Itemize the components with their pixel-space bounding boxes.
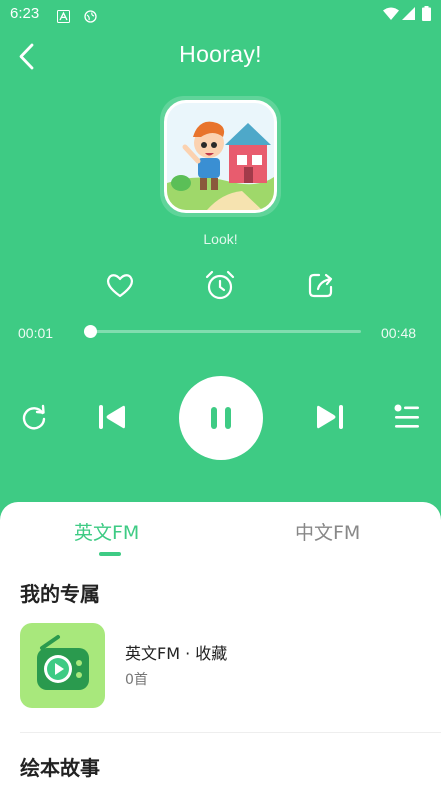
font-app-icon <box>57 8 70 23</box>
bottom-sheet: 英文FM 中文FM 我的专属 英文FM · 收藏 0首 绘本故事 <box>0 502 441 785</box>
section-title-my-exclusive: 我的专属 <box>20 582 100 606</box>
status-time: 6:23 <box>10 5 40 22</box>
pause-icon <box>211 407 231 429</box>
sleep-timer-button[interactable] <box>203 268 237 302</box>
playlist-icon <box>394 404 419 428</box>
share-button[interactable] <box>304 268 338 302</box>
repeat-icon <box>22 404 46 430</box>
album-list-item[interactable]: 英文FM · 收藏 0首 <box>20 623 420 709</box>
status-bar: 6:23 <box>0 0 441 30</box>
heart-icon <box>107 274 133 298</box>
progress-thumb[interactable] <box>83 325 97 338</box>
pause-button[interactable] <box>179 376 263 460</box>
album-name: 英文FM · 收藏 <box>125 644 228 663</box>
previous-button[interactable] <box>97 403 127 435</box>
tab-indicator <box>99 552 121 556</box>
wifi-icon <box>383 6 399 25</box>
album-thumbnail <box>20 623 105 708</box>
divider <box>20 732 441 733</box>
tab-chinese-fm[interactable]: 中文FM <box>295 518 360 545</box>
elapsed-time: 00:01 <box>18 325 54 341</box>
page-title: Hooray! <box>179 41 262 67</box>
alarm-clock-icon <box>205 270 235 300</box>
album-track-count: 0首 <box>125 672 148 688</box>
radio-icon <box>37 635 89 690</box>
skip-next-icon <box>317 405 343 429</box>
cell-signal-icon <box>402 6 415 25</box>
repeat-button[interactable] <box>20 403 48 435</box>
tab-english-fm[interactable]: 英文FM <box>74 518 139 545</box>
progress-track[interactable] <box>84 330 361 333</box>
vpn-globe-icon <box>84 8 97 23</box>
section-title-picture-books: 绘本故事 <box>20 756 100 780</box>
favorite-button[interactable] <box>103 268 137 302</box>
share-icon <box>308 273 333 298</box>
skip-previous-icon <box>99 405 125 429</box>
album-cover-art <box>164 100 277 213</box>
playlist-button[interactable] <box>393 403 421 435</box>
total-duration: 00:48 <box>381 325 417 341</box>
battery-icon <box>422 6 431 25</box>
track-subtitle: Look! <box>203 231 238 247</box>
next-button[interactable] <box>315 403 345 435</box>
